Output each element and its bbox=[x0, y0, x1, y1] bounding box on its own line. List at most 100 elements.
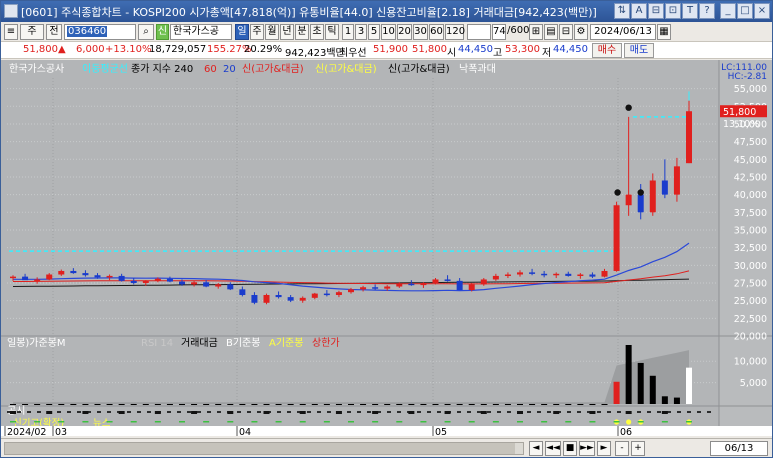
count-input[interactable]: 74 bbox=[492, 24, 506, 40]
chart-svg[interactable]: 한국가스공사 이동평균선 종가 지수 240 60 20 신(고가&대금) 신(고가&대금)… bbox=[1, 60, 772, 438]
text-icon[interactable]: T bbox=[682, 3, 698, 19]
layout-icon[interactable]: ⊟ bbox=[648, 3, 664, 19]
help-icon[interactable]: ? bbox=[699, 3, 715, 19]
chart-toolbar: ≡ 주 전 036460 ⌕ 신 한국가스공 일 주 월 년 분 초 틱 1 3… bbox=[1, 22, 772, 42]
current-price: 51,800 bbox=[23, 44, 58, 55]
screen-icon[interactable]: ⊡ bbox=[665, 3, 681, 19]
chart-area[interactable]: 한국가스공사 이동평균선 종가 지수 240 60 20 신(고가&대금) 신(고가&대금)… bbox=[1, 60, 772, 438]
period-month[interactable]: 월 bbox=[265, 24, 279, 40]
volume-bar bbox=[456, 403, 463, 405]
volume-bar bbox=[191, 403, 198, 405]
volume-bar bbox=[82, 403, 89, 405]
signal-dot bbox=[637, 189, 644, 196]
app-icon bbox=[4, 4, 18, 18]
period-minute[interactable]: 분 bbox=[295, 24, 309, 40]
volume-legend-item: 거래대금 bbox=[181, 337, 218, 349]
candle-body bbox=[444, 279, 451, 281]
volume-bar bbox=[541, 403, 548, 405]
notice-label: 공시 bbox=[7, 405, 25, 417]
high-label: 고 bbox=[493, 48, 503, 59]
signal-green-tick bbox=[154, 421, 161, 423]
stock-code-input[interactable]: 036460 bbox=[64, 24, 136, 40]
date-label: 06 bbox=[620, 427, 632, 436]
font-icon[interactable]: A bbox=[631, 3, 647, 19]
date-label: 2024/02 bbox=[7, 427, 46, 436]
forward-icon[interactable]: ►► bbox=[579, 441, 595, 456]
candle-body bbox=[360, 287, 367, 290]
volume-bar bbox=[625, 344, 632, 404]
volume-bar bbox=[613, 381, 620, 404]
signal-tick bbox=[154, 411, 161, 414]
signal-green-tick bbox=[251, 421, 258, 423]
change-percent: +13.10% bbox=[105, 44, 152, 55]
market-select[interactable]: 주 bbox=[20, 24, 44, 40]
stop-icon[interactable]: ■ bbox=[563, 441, 577, 456]
date-input[interactable]: 2024/06/13 bbox=[590, 24, 656, 40]
table-icon[interactable]: ▤ bbox=[544, 24, 558, 40]
signal-green-tick bbox=[348, 421, 354, 423]
period-tick[interactable]: 틱 bbox=[325, 24, 339, 40]
date-axis: 2024/02 03 04 05 06 bbox=[1, 426, 772, 438]
calendar-icon[interactable]: ▦ bbox=[657, 24, 671, 40]
period-day[interactable]: 일 bbox=[235, 24, 249, 40]
trade-amount: 942,423백만 bbox=[285, 48, 345, 59]
minimize-button[interactable]: _ bbox=[720, 3, 736, 19]
signal-green-tick bbox=[82, 421, 89, 423]
signal-tick bbox=[661, 411, 668, 414]
interval-30[interactable]: 30 bbox=[413, 24, 428, 40]
signal-tick bbox=[480, 411, 487, 414]
buy-button[interactable]: 매수 bbox=[592, 43, 622, 58]
chart-scrollbar[interactable] bbox=[4, 442, 524, 455]
interval-10[interactable]: 10 bbox=[381, 24, 396, 40]
next-icon[interactable]: ► bbox=[597, 441, 611, 456]
maximize-button[interactable]: □ bbox=[737, 3, 753, 19]
stock-name-field[interactable]: 한국가스공 bbox=[170, 24, 232, 40]
title-bar: [0601] 주식종합차트 - KOSPI200 시가총액[47,818(억)]… bbox=[1, 1, 772, 22]
prev-icon[interactable]: ◄ bbox=[529, 441, 543, 456]
interval-1[interactable]: 1 bbox=[342, 24, 354, 40]
volume-bar bbox=[10, 403, 16, 405]
range-select[interactable]: 전 bbox=[46, 24, 62, 40]
interval-custom-input[interactable] bbox=[467, 24, 491, 40]
scroll-thumb[interactable] bbox=[5, 443, 515, 454]
interval-3[interactable]: 3 bbox=[355, 24, 367, 40]
close-button[interactable]: × bbox=[754, 3, 770, 19]
candle-body bbox=[70, 270, 77, 274]
candle-body bbox=[625, 194, 632, 206]
rewind-icon[interactable]: ◄◄ bbox=[545, 441, 561, 456]
interval-5[interactable]: 5 bbox=[368, 24, 380, 40]
quote-bar: 51,800 ▲ 6,000 +13.10% 18,729,057 155.27… bbox=[1, 42, 772, 59]
menu-icon[interactable]: ≡ bbox=[4, 24, 18, 40]
volume-bar bbox=[70, 403, 77, 405]
volume-bar bbox=[130, 403, 137, 405]
price-tick-label: 40,000 bbox=[734, 190, 767, 201]
signal-tick bbox=[553, 411, 560, 414]
candle-body bbox=[686, 111, 692, 164]
signal-tick bbox=[263, 411, 270, 414]
low-price: 44,450 bbox=[553, 44, 588, 55]
signal-green-tick bbox=[444, 421, 451, 423]
candle-body bbox=[46, 274, 53, 280]
period-second[interactable]: 초 bbox=[310, 24, 324, 40]
sell-button[interactable]: 매도 bbox=[624, 43, 654, 58]
period-year[interactable]: 년 bbox=[280, 24, 294, 40]
price-tick-label: 32,500 bbox=[734, 243, 767, 254]
candle-body bbox=[637, 194, 644, 213]
disk-icon[interactable]: ⊟ bbox=[559, 24, 573, 40]
price-tick-label: 42,500 bbox=[734, 172, 767, 183]
volume-bar bbox=[480, 403, 487, 405]
zoom-out-button[interactable]: - bbox=[615, 441, 629, 456]
period-week[interactable]: 주 bbox=[250, 24, 264, 40]
interval-120[interactable]: 120 bbox=[445, 24, 465, 40]
candle-body bbox=[589, 274, 596, 277]
save-icon[interactable]: ⊞ bbox=[529, 24, 543, 40]
signal-green-tick bbox=[227, 421, 234, 423]
link-icon[interactable]: ⇅ bbox=[614, 3, 630, 19]
interval-20[interactable]: 20 bbox=[397, 24, 412, 40]
signal-green-tick bbox=[468, 421, 475, 423]
search-icon[interactable]: ⌕ bbox=[138, 24, 154, 40]
zoom-in-button[interactable]: + bbox=[631, 441, 645, 456]
gear-icon[interactable]: ⚙ bbox=[574, 24, 588, 40]
interval-60[interactable]: 60 bbox=[429, 24, 444, 40]
signal-tick bbox=[444, 411, 451, 414]
